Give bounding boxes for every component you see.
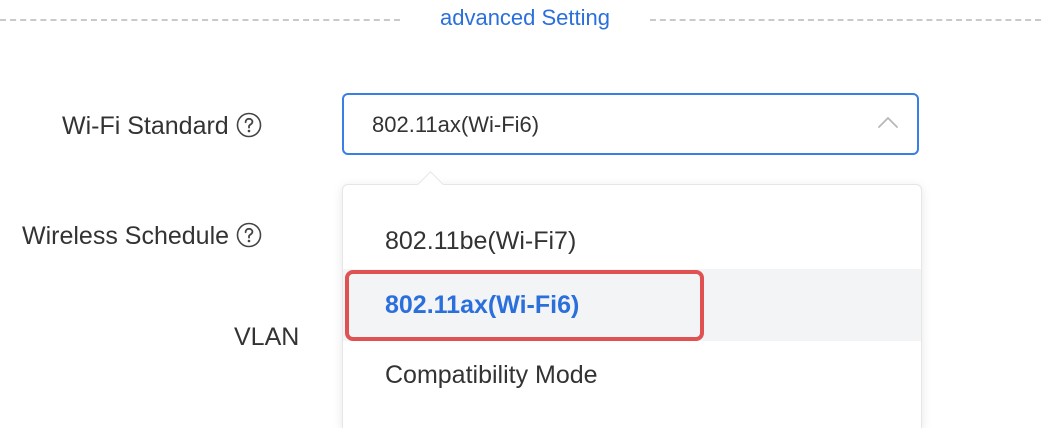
option-compatibility-mode[interactable]: Compatibility Mode bbox=[343, 339, 921, 411]
question-circle-icon[interactable] bbox=[236, 222, 262, 248]
advanced-settings-page: advanced Setting Wi-Fi Standard 802.11ax… bbox=[0, 0, 1041, 428]
section-divider: advanced Setting bbox=[0, 0, 1041, 40]
wifi-standard-dropdown: 802.11be(Wi-Fi7) 802.11ax(Wi-Fi6) Compat… bbox=[342, 171, 922, 428]
divider-line-left bbox=[0, 19, 400, 21]
wireless-schedule-label-row: Wireless Schedule bbox=[22, 222, 262, 251]
wifi-standard-select[interactable]: 802.11ax(Wi-Fi6) bbox=[342, 93, 919, 155]
divider-line-right bbox=[650, 19, 1041, 21]
question-circle-icon[interactable] bbox=[236, 112, 262, 138]
option-wifi6[interactable]: 802.11ax(Wi-Fi6) bbox=[343, 269, 921, 341]
option-wifi7[interactable]: 802.11be(Wi-Fi7) bbox=[343, 205, 921, 277]
dropdown-caret bbox=[417, 171, 444, 198]
wifi-standard-select-value: 802.11ax(Wi-Fi6) bbox=[372, 112, 540, 137]
section-title: advanced Setting bbox=[439, 5, 611, 30]
wifi-standard-label: Wi-Fi Standard bbox=[62, 112, 229, 140]
wireless-schedule-label: Wireless Schedule bbox=[22, 222, 230, 250]
wifi-standard-label-row: Wi-Fi Standard bbox=[62, 112, 262, 141]
vlan-label: VLAN bbox=[234, 323, 300, 351]
chevron-up-icon bbox=[877, 115, 899, 129]
